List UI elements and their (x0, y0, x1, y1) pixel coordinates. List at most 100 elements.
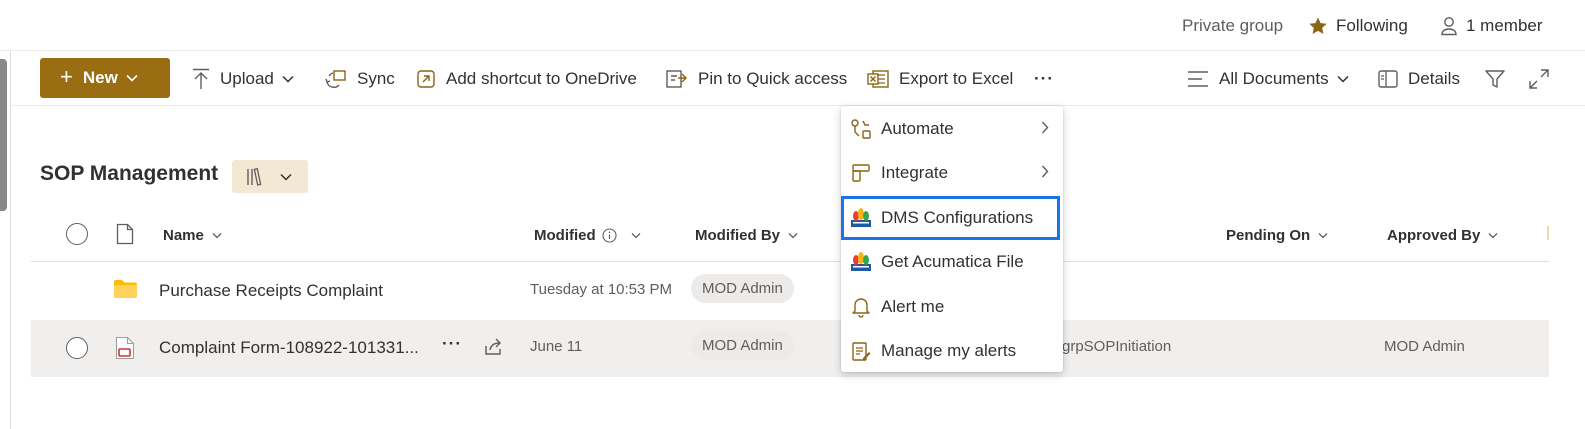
row-modified-by[interactable]: MOD Admin (691, 331, 794, 360)
integrate-icon (849, 161, 873, 185)
menu-item-label: Get Acumatica File (881, 252, 1024, 271)
chevron-down-icon (631, 232, 641, 239)
menu-item-label: Manage my alerts (881, 341, 1017, 360)
scrollbar-thumb[interactable] (0, 59, 7, 211)
table-row[interactable]: Complaint Form-108922-101331... ··· June… (31, 320, 1549, 377)
chevron-down-icon (788, 232, 798, 239)
manage-alerts-icon (849, 339, 873, 363)
chevron-right-icon (1041, 165, 1049, 178)
select-all-checkbox[interactable] (66, 223, 88, 245)
page-title: SOP Management (40, 162, 219, 185)
menu-item-get-acumatica-file[interactable]: Get Acumatica File (841, 240, 1063, 284)
chevron-down-icon (212, 232, 222, 239)
menu-item-label: Integrate (881, 163, 949, 182)
column-modified-label: Modified (534, 226, 596, 244)
following-label: Following (1336, 16, 1408, 35)
library-books-icon (246, 167, 266, 187)
pin-icon (666, 69, 688, 89)
expand-button[interactable] (1529, 66, 1549, 91)
upload-icon (192, 68, 210, 90)
menu-item-label: Automate (881, 119, 954, 138)
more-options-button[interactable]: ··· (1034, 66, 1054, 91)
file-type-icon (116, 223, 134, 245)
new-button[interactable]: + New (40, 58, 170, 98)
chevron-down-icon (280, 173, 292, 181)
menu-item-integrate[interactable]: Integrate (841, 151, 1063, 195)
row-approved-by: MOD Admin (1384, 338, 1465, 355)
sync-button[interactable]: Sync (325, 66, 395, 91)
more-label: ··· (1034, 68, 1054, 88)
chevron-down-icon (1488, 232, 1498, 239)
filter-icon (1485, 69, 1505, 89)
row-more-button[interactable]: ··· (442, 334, 462, 354)
chevron-down-icon (1337, 75, 1349, 83)
row-modified-by[interactable]: MOD Admin (691, 274, 794, 303)
column-header-name[interactable]: Name (163, 224, 222, 246)
pin-label: Pin to Quick access (698, 68, 848, 88)
chevron-down-icon (282, 75, 294, 83)
menu-item-dms-configurations[interactable]: DMS Configurations (841, 196, 1060, 240)
menu-item-label: DMS Configurations (881, 208, 1034, 227)
info-icon (602, 227, 617, 243)
excel-icon (867, 69, 889, 89)
menu-item-manage-alerts[interactable]: Manage my alerts (841, 329, 1063, 373)
column-name-label: Name (163, 226, 204, 244)
chevron-down-icon (126, 74, 138, 82)
view-selector-button[interactable]: All Documents (1187, 66, 1349, 91)
members-label: 1 member (1466, 16, 1543, 35)
folder-icon (113, 279, 138, 299)
plus-icon: + (60, 64, 73, 89)
filter-button[interactable] (1485, 66, 1505, 91)
menu-item-alert-me[interactable]: Alert me (841, 285, 1063, 329)
export-label: Export to Excel (899, 68, 1014, 88)
members-button[interactable]: 1 member (1440, 14, 1543, 38)
menu-item-automate[interactable]: Automate (841, 107, 1063, 151)
export-excel-button[interactable]: Export to Excel (867, 66, 1013, 91)
chevron-down-icon (1318, 232, 1328, 239)
column-header-modified-by[interactable]: Modified By (695, 224, 798, 246)
pdf-file-icon (115, 336, 135, 360)
column-modified-by-label: Modified By (695, 226, 780, 244)
column-approved-by-label: Approved By (1387, 226, 1481, 244)
dms-logo-icon (849, 250, 873, 274)
column-header-approved-by[interactable]: Approved By (1387, 224, 1498, 246)
table-row[interactable]: Purchase Receipts Complaint Tuesday at 1… (31, 262, 1549, 319)
group-privacy-label: Private group (1182, 16, 1284, 35)
person-icon (1440, 16, 1458, 36)
group-header-bar: Private group Following 1 member (0, 0, 1585, 51)
new-label: New (82, 68, 118, 87)
chevron-right-icon (1041, 121, 1049, 134)
column-header-pending-on[interactable]: Pending On (1226, 224, 1328, 246)
expand-icon (1529, 68, 1549, 89)
upload-label: Upload (220, 68, 274, 88)
dms-logo-icon (849, 206, 873, 230)
row-modified: Tuesday at 10:53 PM (530, 281, 673, 298)
row-checkbox[interactable] (66, 337, 88, 359)
pin-quick-access-button[interactable]: Pin to Quick access (666, 66, 847, 91)
view-label: All Documents (1219, 68, 1329, 88)
shortcut-icon (416, 69, 436, 89)
sync-label: Sync (357, 68, 395, 88)
following-button[interactable]: Following (1308, 14, 1408, 38)
list-view-icon (1187, 70, 1209, 88)
row-name[interactable]: Purchase Receipts Complaint (159, 281, 383, 301)
column-header-modified[interactable]: Modified (534, 224, 641, 246)
share-icon[interactable] (483, 337, 503, 357)
command-bar: + New Upload Sync Add shortcut to OneDri… (11, 51, 1585, 106)
add-shortcut-button[interactable]: Add shortcut to OneDrive (416, 66, 637, 91)
column-pending-on-label: Pending On (1226, 226, 1311, 244)
bell-icon (849, 295, 873, 319)
upload-button[interactable]: Upload (192, 66, 294, 91)
column-resize-marker (1547, 226, 1549, 240)
sync-icon (325, 68, 347, 90)
row-group-value: grpSOPInitiation (1062, 338, 1172, 355)
library-view-switcher[interactable] (232, 160, 308, 193)
add-shortcut-label: Add shortcut to OneDrive (446, 68, 637, 88)
row-modified: June 11 (530, 338, 583, 355)
details-pane-icon (1378, 69, 1398, 88)
menu-item-label: Alert me (881, 297, 945, 316)
details-button[interactable]: Details (1378, 66, 1460, 91)
details-label: Details (1408, 68, 1460, 88)
row-name[interactable]: Complaint Form-108922-101331... (159, 338, 419, 358)
automate-icon (849, 117, 873, 141)
